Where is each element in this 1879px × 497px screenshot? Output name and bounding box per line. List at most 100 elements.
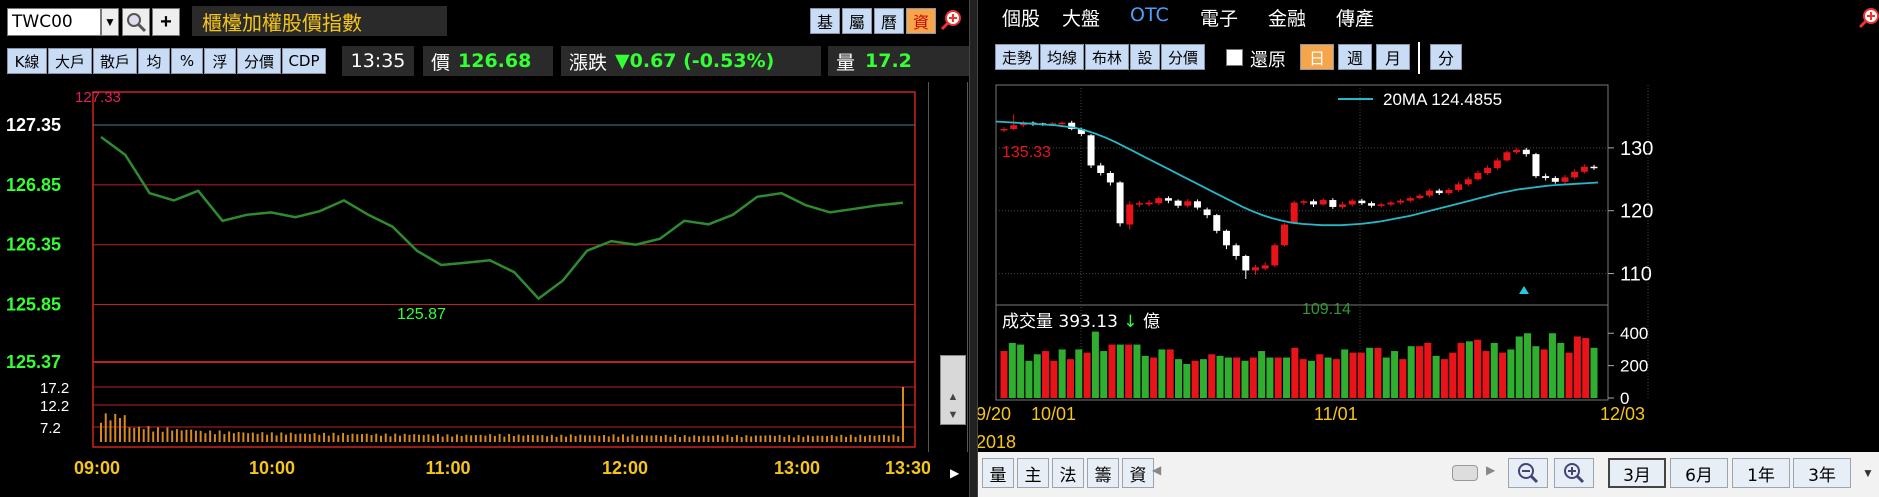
- volume-bar: [1548, 333, 1556, 398]
- minute-button[interactable]: 分: [1430, 44, 1462, 70]
- scroll-up-icon[interactable]: ▲: [942, 390, 964, 404]
- volume-bar: [1432, 355, 1440, 398]
- range-button-3[interactable]: 3年: [1793, 458, 1851, 488]
- volume-bar: [1224, 357, 1232, 398]
- vol-tick-label: 200: [1620, 357, 1648, 376]
- volume-bar: [1175, 359, 1183, 398]
- candle-body: [1271, 245, 1279, 266]
- kline-toolbar-button-0[interactable]: 走勢: [995, 44, 1039, 70]
- toolbar-button-1[interactable]: 大戶: [48, 48, 92, 74]
- candle-body: [1542, 176, 1550, 179]
- period-button-2[interactable]: 月: [1376, 44, 1410, 70]
- horizontal-scrollbar[interactable]: [1452, 465, 1478, 481]
- zoom-in-button[interactable]: [1554, 458, 1594, 488]
- kline-toolbar-button-1[interactable]: 均線: [1040, 44, 1084, 70]
- restore-checkbox[interactable]: [1226, 49, 1243, 66]
- range-button-2[interactable]: 1年: [1732, 458, 1790, 488]
- range-dropdown-icon[interactable]: ▼: [1862, 466, 1874, 480]
- bottom-button-4[interactable]: 資: [1122, 458, 1154, 488]
- candle-body: [1580, 166, 1588, 172]
- kline-toolbar-button-3[interactable]: 設: [1130, 44, 1160, 70]
- candle-body: [1135, 203, 1143, 205]
- toolbar-separator: [1418, 42, 1420, 74]
- candle-body: [1484, 167, 1492, 173]
- bottom-button-1[interactable]: 主: [1017, 458, 1049, 488]
- candle-body: [1300, 201, 1308, 203]
- quick-button-0[interactable]: 基: [810, 8, 840, 34]
- toolbar-button-0[interactable]: K線: [7, 48, 47, 74]
- tab-1[interactable]: 大盤: [1062, 4, 1100, 31]
- volume-bar: [1582, 338, 1590, 398]
- bottom-button-0[interactable]: 量: [982, 458, 1014, 488]
- restore-label: 還原: [1250, 50, 1286, 71]
- zoom-out-button[interactable]: [1508, 458, 1548, 488]
- bottom-button-2[interactable]: 法: [1052, 458, 1084, 488]
- tab-0[interactable]: 個股: [1002, 4, 1040, 31]
- volume-bar: [1457, 342, 1465, 398]
- toolbar-button-6[interactable]: 分價: [237, 48, 281, 74]
- candle-body: [1155, 198, 1163, 204]
- volume-label: 量: [836, 51, 856, 74]
- volume-bar: [1042, 351, 1050, 398]
- volume-bar: [1091, 331, 1099, 398]
- kline-high-label: 135.33: [1002, 144, 1051, 161]
- bottom-button-3[interactable]: 籌: [1087, 458, 1119, 488]
- symbol-input[interactable]: TWC00: [7, 8, 101, 36]
- candle-body: [1397, 200, 1405, 203]
- volume-bar: [1233, 357, 1241, 398]
- period-button-1[interactable]: 週: [1338, 44, 1372, 70]
- tab-2[interactable]: OTC: [1130, 4, 1169, 26]
- volume-bar: [1357, 352, 1365, 398]
- tab-5[interactable]: 傳產: [1336, 4, 1374, 31]
- quick-button-1[interactable]: 屬: [842, 8, 872, 34]
- range-button-1[interactable]: 6月: [1670, 458, 1728, 488]
- tab-3[interactable]: 電子: [1200, 4, 1238, 31]
- kline-toolbar-button-2[interactable]: 布林: [1085, 44, 1129, 70]
- tab-4[interactable]: 金融: [1268, 4, 1306, 31]
- candle-body: [1561, 177, 1569, 182]
- add-icon[interactable]: +: [152, 8, 180, 36]
- scroll-down-icon[interactable]: ▼: [942, 408, 964, 422]
- range-button-0[interactable]: 3月: [1608, 458, 1666, 488]
- x-tick-label: 09:00: [74, 458, 120, 478]
- candle-body: [1310, 201, 1318, 205]
- volume-bar: [1391, 351, 1399, 398]
- toolbar-button-5[interactable]: 浮: [204, 48, 236, 74]
- quick-button-3[interactable]: 資: [906, 8, 936, 34]
- candle-body: [1339, 204, 1347, 207]
- panel-divider[interactable]: [969, 0, 978, 497]
- vol-tick-label: 400: [1620, 324, 1648, 343]
- volume-bar: [1524, 333, 1532, 398]
- volume-bar: [1382, 357, 1390, 398]
- zoom-plus-icon[interactable]: [940, 8, 964, 32]
- volume-bar: [1490, 342, 1498, 398]
- volume-bar: [1316, 354, 1324, 398]
- volume-bar: [1557, 342, 1565, 398]
- candle-body: [1232, 245, 1240, 256]
- volume-bar: [1199, 359, 1207, 398]
- panel-expand-icon[interactable]: ▶: [950, 466, 959, 480]
- candle-body: [1116, 182, 1124, 224]
- volume-bar: [1025, 360, 1033, 398]
- search-icon[interactable]: [122, 8, 150, 36]
- toolbar-button-7[interactable]: CDP: [282, 48, 326, 74]
- scroll-right-icon[interactable]: ▶: [1486, 463, 1495, 477]
- toolbar-button-2[interactable]: 散戶: [93, 48, 137, 74]
- price-value: 126.68: [458, 50, 532, 72]
- right-zoom-icon[interactable]: [1858, 6, 1879, 30]
- toolbar-button-4[interactable]: %: [171, 48, 203, 74]
- scroll-left-icon[interactable]: ◀: [1152, 463, 1161, 477]
- toolbar-button-3[interactable]: 均: [138, 48, 170, 74]
- vol-tick-label: 7.2: [40, 420, 61, 437]
- candle-body: [1000, 129, 1008, 131]
- symbol-dropdown-icon[interactable]: ▼: [101, 8, 119, 36]
- y-tick-label: 126.85: [6, 175, 61, 195]
- intraday-chart: 127.35 126.85 126.35 125.85 125.37 127.33 125.…: [6, 89, 930, 478]
- candle-body: [1368, 203, 1376, 206]
- low-label: 125.87: [397, 306, 446, 323]
- quick-button-2[interactable]: 曆: [874, 8, 904, 34]
- year-label: 2018: [978, 432, 1016, 452]
- period-button-0[interactable]: 日: [1300, 44, 1334, 70]
- kline-toolbar-button-4[interactable]: 分價: [1161, 44, 1205, 70]
- volume-bar: [1407, 346, 1415, 398]
